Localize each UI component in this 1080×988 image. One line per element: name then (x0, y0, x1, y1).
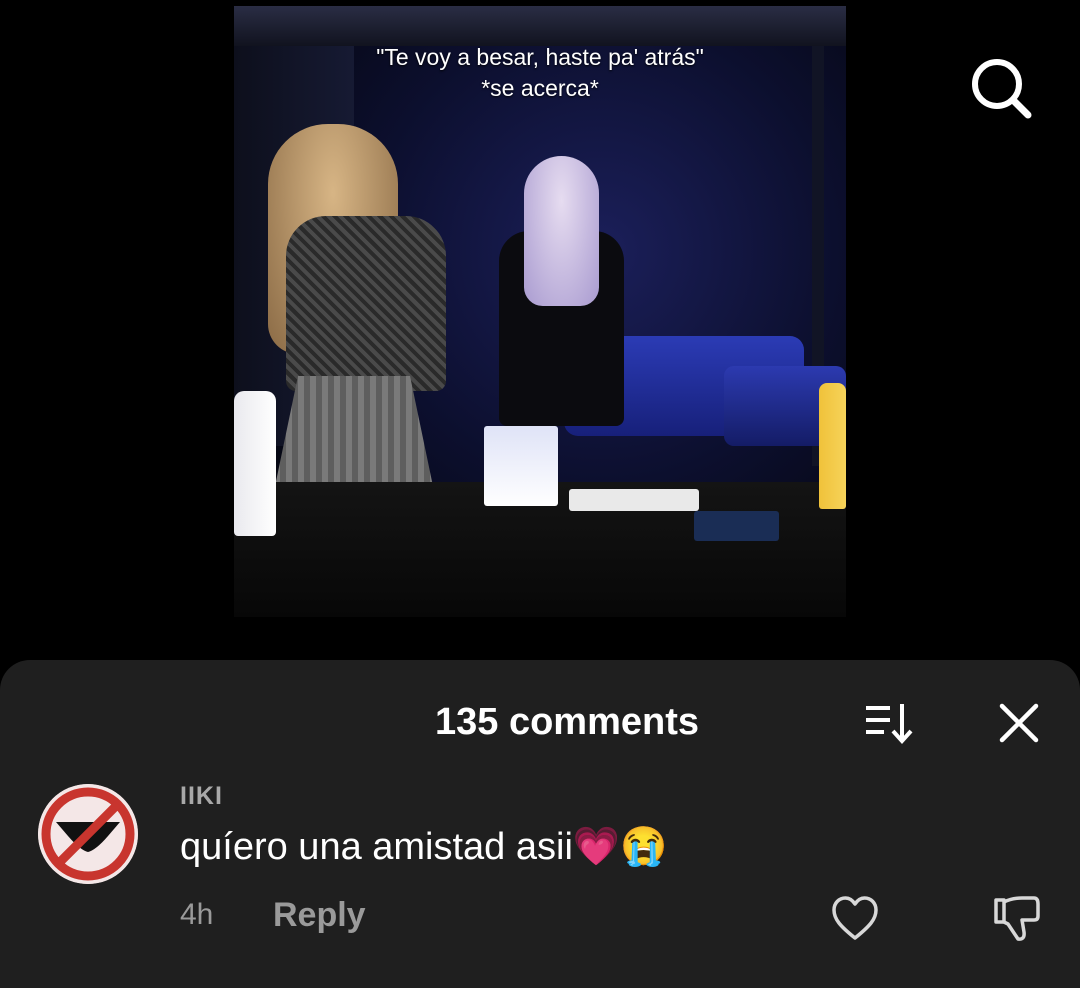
dislike-button[interactable] (990, 894, 1044, 944)
comment-username[interactable]: IIKI (180, 782, 223, 811)
video-scene-person-right-hair (524, 156, 599, 306)
video-caption: "Te voy a besar, haste pa' atrás" *se ac… (234, 42, 846, 104)
close-icon (999, 703, 1039, 743)
heart-icon (832, 896, 878, 940)
close-comments-button[interactable] (994, 698, 1044, 748)
sort-comments-button[interactable] (862, 698, 916, 748)
sort-icon (866, 704, 913, 744)
video-scene-bottle-left (234, 391, 276, 536)
thumbs-down-icon (994, 896, 1040, 941)
comment-timestamp: 4h (180, 898, 214, 931)
video-player[interactable]: "Te voy a besar, haste pa' atrás" *se ac… (234, 6, 846, 617)
comments-sheet: 135 comments IIKI quíero una amistad asi… (0, 660, 1080, 988)
search-icon (972, 59, 1032, 119)
video-scene-person-left (286, 216, 446, 391)
reply-button[interactable]: Reply (273, 896, 366, 935)
search-button[interactable] (966, 54, 1036, 124)
video-scene-cards (569, 489, 699, 511)
like-button[interactable] (830, 894, 880, 944)
video-caption-line-1: "Te voy a besar, haste pa' atrás" (376, 44, 704, 70)
video-caption-line-2: *se acerca* (481, 75, 599, 101)
avatar[interactable] (38, 784, 138, 884)
video-scene-game-box (484, 426, 558, 506)
video-scene-bottle-right (819, 383, 846, 509)
comments-count-title: 135 comments (434, 701, 699, 743)
no-underwear-sign-icon (38, 784, 138, 884)
video-scene-deck (694, 511, 779, 541)
video-scene-person-left-skirt (274, 376, 434, 491)
video-scene-ceiling (234, 6, 846, 46)
comment-text: quíero una amistad asii💗😭 (180, 826, 668, 868)
